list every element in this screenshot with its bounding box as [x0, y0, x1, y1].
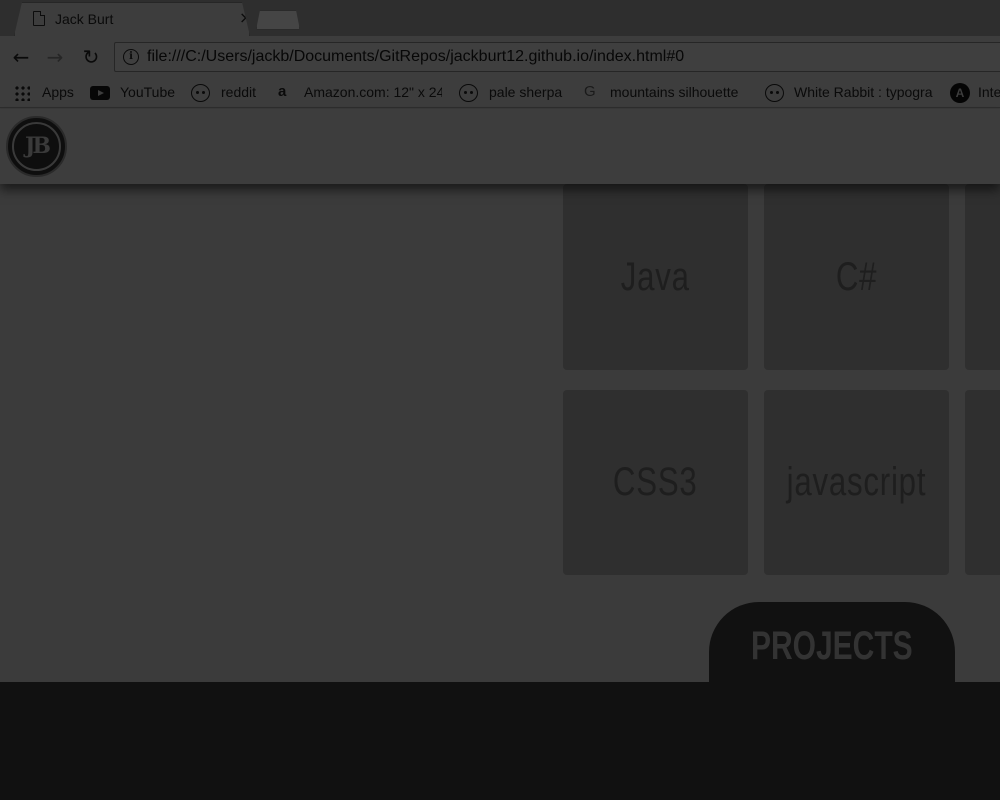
- document-icon: [33, 11, 45, 26]
- amazon-icon: a: [278, 83, 287, 100]
- skill-tile-partial[interactable]: [965, 184, 1000, 370]
- bookmark-label: pale sherpa: [489, 84, 563, 100]
- browser-toolbar: ← → ↻ i file:///C:/Users/jackb/Documents…: [0, 36, 1000, 78]
- skill-label: CSS3: [613, 460, 698, 504]
- jb-logo[interactable]: JB: [6, 116, 67, 177]
- back-arrow-icon[interactable]: ←: [8, 44, 34, 70]
- bookmark-label: mountains silhouette: [610, 84, 739, 100]
- reddit-icon: [191, 84, 210, 102]
- tab-title: Jack Burt: [55, 11, 114, 27]
- bookmark-label: YouTube: [120, 84, 176, 100]
- reddit-icon: [765, 84, 784, 102]
- skill-label: Java: [620, 254, 691, 299]
- skill-label: C#: [835, 254, 878, 299]
- logo-text: JB: [12, 122, 61, 171]
- info-icon[interactable]: i: [123, 49, 139, 65]
- tab-jack-burt[interactable]: Jack Burt ×: [14, 2, 250, 36]
- site-header: JB: [0, 109, 1000, 184]
- bookmark-inter[interactable]: A Inter: [950, 83, 1000, 103]
- bookmark-apps[interactable]: Apps: [12, 83, 82, 103]
- bookmark-label: White Rabbit : typogra: [794, 84, 933, 100]
- bookmark-pale-sherpa[interactable]: pale sherpa: [459, 83, 569, 103]
- reddit-icon: [459, 84, 478, 102]
- bookmark-label: Amazon.com: 12" x 24: [304, 84, 442, 100]
- bookmark-mountains-silhouette[interactable]: G mountains silhouette: [582, 83, 748, 103]
- url-text[interactable]: file:///C:/Users/jackb/Documents/GitRepo…: [147, 48, 684, 66]
- browser-chrome: Jack Burt × ← → ↻ i file:///C:/Users/jac…: [0, 0, 1000, 108]
- a-icon: A: [950, 83, 970, 103]
- bookmark-label: reddit: [221, 84, 257, 100]
- bookmark-reddit[interactable]: reddit: [191, 83, 266, 103]
- close-icon[interactable]: ×: [239, 8, 250, 27]
- google-icon: G: [584, 83, 596, 100]
- new-tab-button[interactable]: [256, 10, 300, 30]
- tab-strip: Jack Burt ×: [0, 0, 1000, 36]
- reload-icon[interactable]: ↻: [78, 44, 104, 70]
- projects-tab[interactable]: PROJECTS: [709, 602, 955, 692]
- address-bar[interactable]: i file:///C:/Users/jackb/Documents/GitRe…: [114, 42, 1000, 72]
- skill-tile-csharp[interactable]: C#: [764, 184, 949, 370]
- apps-grid-icon: [14, 85, 30, 101]
- forward-arrow-icon[interactable]: →: [42, 44, 68, 70]
- skill-tile-javascript[interactable]: javascript: [764, 390, 949, 575]
- bookmark-youtube[interactable]: YouTube: [90, 83, 182, 103]
- youtube-icon: [90, 86, 110, 100]
- bookmark-label: Inter: [978, 84, 1000, 100]
- bookmark-amazon[interactable]: a Amazon.com: 12" x 24: [276, 83, 442, 103]
- skill-tile-partial[interactable]: [965, 390, 1000, 575]
- skill-tile-java[interactable]: Java: [563, 184, 748, 370]
- projects-label: PROJECTS: [751, 624, 913, 668]
- skill-tile-css3[interactable]: CSS3: [563, 390, 748, 575]
- bookmark-label: Apps: [42, 84, 74, 100]
- footer: [0, 682, 1000, 800]
- bookmarks-bar: Apps YouTube reddit a Amazon.com: 12" x …: [0, 78, 1000, 108]
- skill-label: javascript: [786, 460, 927, 504]
- bookmark-white-rabbit[interactable]: White Rabbit : typogra: [765, 83, 935, 103]
